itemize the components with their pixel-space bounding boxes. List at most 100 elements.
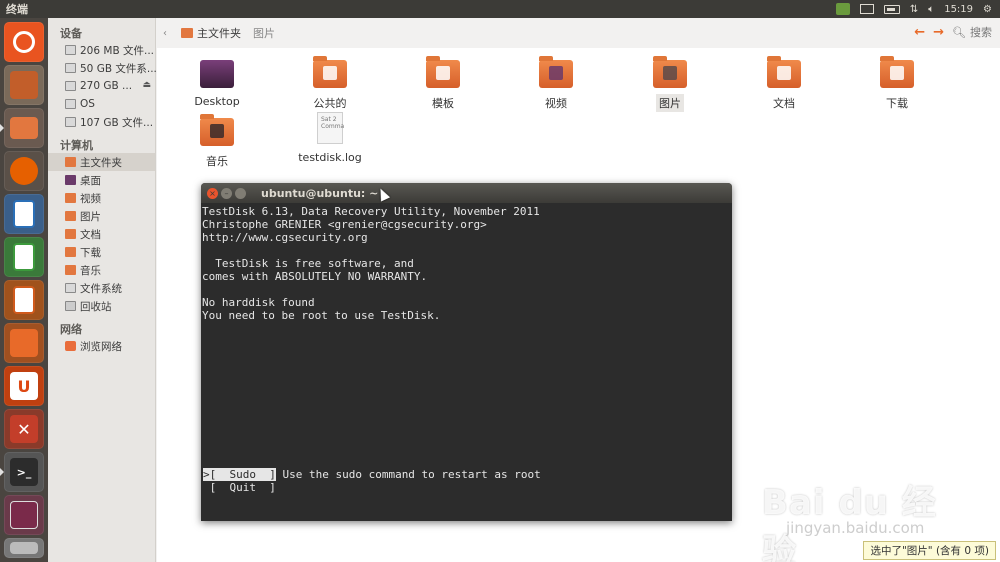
launcher: U ✕ >_ (0, 18, 48, 562)
sidebar-item-documents[interactable]: 文档 (48, 225, 155, 243)
terminal-line: You need to be root to use TestDisk. (202, 309, 441, 322)
impress-launcher[interactable] (4, 280, 44, 320)
sidebar-heading-network: 网络 (60, 323, 82, 336)
top-panel: 终端 ⇅ 🔈︎ 15:19 ⚙ (0, 0, 1000, 18)
drive-icon (65, 45, 76, 55)
search-button[interactable]: 🔍︎ 搜索 (952, 24, 992, 40)
firefox-launcher[interactable] (4, 151, 44, 191)
battery-icon[interactable] (883, 4, 900, 14)
clock[interactable]: 15:19 (944, 2, 973, 16)
file-item-videos[interactable]: 视频 (516, 56, 596, 112)
sidebar-item-device-3[interactable]: 270 GB ... ⏏ (48, 77, 155, 95)
system-settings-launcher[interactable]: ✕ (4, 409, 44, 449)
volume-icon[interactable]: 🔈︎ (928, 2, 934, 16)
terminal-line: Christophe GRENIER <grenier@cgsecurity.o… (202, 218, 487, 231)
sidebar-item-label: 视频 (80, 192, 101, 205)
ubuntu-logo-icon (13, 31, 35, 53)
eject-icon[interactable]: ⏏ (142, 80, 151, 90)
removable-drive-launcher[interactable] (4, 538, 44, 558)
writer-icon (13, 200, 35, 228)
file-item-pictures[interactable]: 图片 (630, 56, 710, 112)
file-item-desktop[interactable]: Desktop (177, 60, 257, 109)
terminal-window[interactable]: × – ubuntu@ubuntu: ~ TestDisk 6.13, Data… (201, 183, 732, 521)
sidebar-item-label: 文件系统 (80, 282, 122, 295)
downloads-folder-icon (880, 56, 914, 88)
impress-icon (13, 286, 35, 314)
sidebar-item-device-1[interactable]: 206 MB 文件... (48, 41, 155, 59)
quit-menu-option[interactable]: [ Quit ] (203, 481, 276, 494)
workspace-switcher[interactable] (4, 495, 44, 535)
file-item-music[interactable]: 音乐 (177, 114, 257, 170)
sidebar-item-home[interactable]: 主文件夹 (48, 153, 155, 171)
close-icon[interactable]: × (207, 187, 218, 199)
person-emblem-icon (323, 66, 337, 80)
file-item-templates[interactable]: 模板 (403, 56, 483, 112)
terminal-launcher[interactable]: >_ (0, 452, 44, 492)
sidebar-item-label: 音乐 (80, 264, 101, 277)
sidebar-item-downloads[interactable]: 下载 (48, 243, 155, 261)
forward-arrow-icon[interactable]: → (933, 25, 944, 40)
sidebar-heading-computer: 计算机 (60, 139, 93, 152)
sidebar-item-label: 下载 (80, 246, 101, 259)
sudo-option-description: Use the sudo command to restart as root (275, 468, 541, 481)
file-item-documents[interactable]: 文档 (744, 56, 824, 112)
gear-icon[interactable]: ⚙ (983, 2, 992, 16)
file-label: 公共的 (313, 97, 347, 110)
terminal-output[interactable]: TestDisk 6.13, Data Recovery Utility, No… (201, 203, 732, 322)
file-label: 音乐 (206, 155, 228, 168)
files-launcher[interactable] (0, 108, 44, 148)
file-label: 图片 (656, 94, 684, 112)
file-label: 下载 (886, 97, 908, 110)
terminal-line: comes with ABSOLUTELY NO WARRANTY. (202, 270, 428, 283)
software-center-launcher[interactable] (4, 323, 44, 363)
folder-icon (10, 117, 38, 139)
sidebar-item-label: OS (80, 98, 95, 110)
maximize-icon[interactable] (235, 187, 246, 199)
music-folder-icon (200, 114, 234, 146)
installer-launcher[interactable] (4, 65, 44, 105)
mail-icon[interactable] (859, 4, 874, 14)
drive-icon (65, 81, 76, 91)
dash-home-button[interactable] (4, 22, 44, 62)
sidebar-item-browse-network[interactable]: 浏览网络 (48, 337, 155, 355)
sidebar-item-device-5[interactable]: 107 GB 文件... (48, 113, 155, 131)
network-icon[interactable]: ⇅ (910, 2, 918, 16)
terminal-line: No harddisk found (202, 296, 315, 309)
sidebar-item-desktop[interactable]: 桌面 (48, 171, 155, 189)
back-arrow-icon[interactable]: ← (914, 25, 925, 40)
writer-launcher[interactable] (4, 194, 44, 234)
terminal-titlebar[interactable]: × – ubuntu@ubuntu: ~ (201, 183, 732, 203)
filesystem-icon (65, 283, 76, 293)
minimize-icon[interactable]: – (221, 187, 232, 199)
ubuntu-one-launcher[interactable]: U (4, 366, 44, 406)
indicator-area: ⇅ 🔈︎ 15:19 ⚙ (835, 2, 1000, 16)
app-indicator-icon[interactable] (835, 3, 850, 15)
public-folder-icon (313, 56, 347, 88)
path-pictures-button[interactable]: 图片 (253, 25, 275, 41)
home-folder-icon (181, 28, 193, 38)
file-item-testdisk-log[interactable]: Sat 2 Comma testdisk.log (290, 112, 370, 165)
path-home-label: 主文件夹 (197, 27, 241, 40)
path-bar: ‹ 主文件夹 图片 ← → 🔍︎ 搜索 (157, 18, 1000, 48)
sidebar-item-device-4[interactable]: OS (48, 95, 155, 113)
sudo-menu-option[interactable]: >[ Sudo ] (203, 468, 276, 481)
text-file-icon: Sat 2 Comma (317, 112, 344, 144)
path-scroll-left-icon[interactable]: ‹ (163, 28, 167, 39)
sidebar-item-trash[interactable]: 回收站 (48, 297, 155, 315)
sidebar-item-music[interactable]: 音乐 (48, 261, 155, 279)
path-home-button[interactable]: 主文件夹 (181, 25, 241, 41)
installer-icon (10, 71, 38, 99)
picture-emblem-icon (663, 66, 677, 80)
file-item-public[interactable]: 公共的 (290, 56, 370, 112)
nav-controls: ← → 🔍︎ 搜索 (914, 24, 992, 40)
sidebar-item-pictures[interactable]: 图片 (48, 207, 155, 225)
sidebar-item-label: 主文件夹 (80, 156, 122, 169)
sidebar-item-filesystem[interactable]: 文件系统 (48, 279, 155, 297)
sidebar-item-videos[interactable]: 视频 (48, 189, 155, 207)
calc-launcher[interactable] (4, 237, 44, 277)
calc-icon (13, 243, 35, 271)
sidebar-item-device-2[interactable]: 50 GB 文件系... (48, 59, 157, 77)
file-item-downloads[interactable]: 下载 (857, 56, 937, 112)
settings-wrench-icon: ✕ (10, 415, 38, 443)
